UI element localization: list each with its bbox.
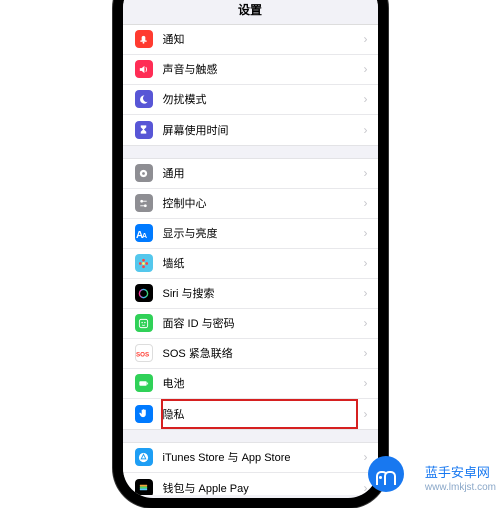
row-label: SOS 紧急联络 xyxy=(163,345,358,361)
svg-text:A: A xyxy=(142,233,147,239)
chevron-right-icon: › xyxy=(364,407,368,421)
highlight-box xyxy=(161,399,358,429)
bell-icon xyxy=(135,30,153,48)
row-label: 勿扰模式 xyxy=(163,91,358,107)
battery-icon xyxy=(135,374,153,392)
sos-icon: SOS xyxy=(135,344,153,362)
watermark-title: 蓝手安卓网 xyxy=(425,465,490,480)
row-label: 屏幕使用时间 xyxy=(163,122,358,138)
row-label: 电池 xyxy=(163,375,358,391)
settings-list[interactable]: 通知 › 声音与触感 › 勿扰模式 › 屏幕使用时间 › 通用 › 控制中心 › AA 显示与亮度 › 墙纸 ›… xyxy=(123,25,378,495)
siri-icon xyxy=(135,284,153,302)
chevron-right-icon: › xyxy=(364,196,368,210)
chevron-right-icon: › xyxy=(364,450,368,464)
phone-frame: 9:00 4G 设置 通知›声音与触感›勿扰模式›屏幕使用时间›通用›控制中心›… xyxy=(113,0,388,508)
appstore-icon xyxy=(135,448,153,466)
phone-screen: 9:00 4G 设置 通知›声音与触感›勿扰模式›屏幕使用时间›通用›控制中心›… xyxy=(123,0,378,498)
settings-row[interactable]: Siri 与搜索 › xyxy=(123,279,378,309)
page-title: 设置 xyxy=(123,0,378,25)
chevron-right-icon: › xyxy=(364,286,368,300)
row-label: 声音与触感 xyxy=(163,61,358,77)
svg-text:SOS: SOS xyxy=(136,351,149,358)
sound-icon xyxy=(135,60,153,78)
chevron-right-icon: › xyxy=(364,316,368,330)
watermark-logo xyxy=(368,456,404,492)
settings-row[interactable]: 墙纸 › xyxy=(123,249,378,279)
settings-row[interactable]: 通用 › xyxy=(123,159,378,189)
row-label: 墙纸 xyxy=(163,255,358,271)
settings-row[interactable]: 隐私› xyxy=(123,399,378,429)
row-label: 钱包与 Apple Pay xyxy=(163,480,358,495)
flower-icon xyxy=(135,254,153,272)
wallet-icon xyxy=(135,479,153,495)
faceid-icon xyxy=(135,314,153,332)
row-label: iTunes Store 与 App Store xyxy=(163,449,358,465)
aa-icon: AA xyxy=(135,224,153,242)
settings-section: 通用›控制中心›AA显示与亮度›墙纸›Siri 与搜索›面容 ID 与密码›SO… xyxy=(123,158,378,430)
row-label: 控制中心 xyxy=(163,195,358,211)
row-label: Siri 与搜索 xyxy=(163,285,358,301)
chevron-right-icon: › xyxy=(364,376,368,390)
settings-row[interactable]: 钱包与 Apple Pay › xyxy=(123,473,378,495)
row-label: 通知 xyxy=(163,31,358,47)
settings-row[interactable]: 通知 › xyxy=(123,25,378,55)
row-label: 显示与亮度 xyxy=(163,225,358,241)
chevron-right-icon: › xyxy=(364,62,368,76)
settings-row[interactable]: iTunes Store 与 App Store › xyxy=(123,443,378,473)
settings-row[interactable]: 面容 ID 与密码 › xyxy=(123,309,378,339)
settings-row[interactable]: 声音与触感 › xyxy=(123,55,378,85)
settings-row[interactable]: 屏幕使用时间 › xyxy=(123,115,378,145)
settings-row[interactable]: SOS SOS 紧急联络 › xyxy=(123,339,378,369)
settings-row[interactable]: 控制中心 › xyxy=(123,189,378,219)
watermark-url: www.lmkjst.com xyxy=(425,482,496,495)
watermark: 蓝手安卓网 www.lmkjst.com xyxy=(425,465,496,494)
hourglass-icon xyxy=(135,121,153,139)
chevron-right-icon: › xyxy=(364,32,368,46)
switches-icon xyxy=(135,194,153,212)
chevron-right-icon: › xyxy=(364,256,368,270)
settings-row[interactable]: 电池 › xyxy=(123,369,378,399)
chevron-right-icon: › xyxy=(364,123,368,137)
row-label: 通用 xyxy=(163,165,358,181)
settings-section: iTunes Store 与 App Store › 钱包与 Apple Pay › xyxy=(123,442,378,495)
row-label: 面容 ID 与密码 xyxy=(163,315,358,331)
chevron-right-icon: › xyxy=(364,346,368,360)
chevron-right-icon: › xyxy=(364,226,368,240)
settings-row[interactable]: 勿扰模式 › xyxy=(123,85,378,115)
gear-icon xyxy=(135,164,153,182)
settings-section: 通知 › 声音与触感 › 勿扰模式 › 屏幕使用时间 › xyxy=(123,25,378,146)
chevron-right-icon: › xyxy=(364,92,368,106)
chevron-right-icon: › xyxy=(364,481,368,495)
moon-icon xyxy=(135,90,153,108)
settings-row[interactable]: AA 显示与亮度 › xyxy=(123,219,378,249)
hand-icon xyxy=(135,405,153,423)
chevron-right-icon: › xyxy=(364,166,368,180)
